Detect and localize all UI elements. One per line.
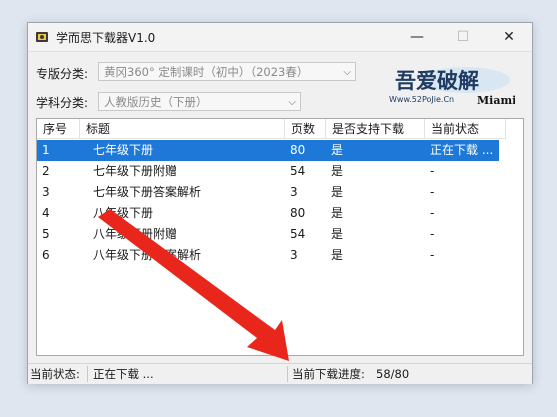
download-list[interactable]: 序号 标题 页数 是否支持下载 当前状态 1 七年级下册 80 是 正在下载 .… <box>36 118 524 356</box>
column-header-support[interactable]: 是否支持下载 <box>326 119 425 139</box>
cell-pages: 54 <box>290 227 306 241</box>
cell-title: 八年级下册 <box>93 206 154 220</box>
cell-pages: 54 <box>290 164 306 178</box>
table-row[interactable]: 2 七年级下册附赠 54 是 - <box>37 161 499 182</box>
minimize-button[interactable]: — <box>394 23 440 51</box>
cell-support: 是 <box>331 206 344 220</box>
table-row[interactable]: 6 八年级下册答案解析 3 是 - <box>37 245 499 266</box>
maximize-button[interactable]: ☐ <box>440 23 486 51</box>
chevron-down-icon: ⌵ <box>343 67 351 78</box>
cell-status: 正在下载 ... <box>430 143 494 157</box>
column-header-status[interactable]: 当前状态 <box>425 119 506 139</box>
cell-status: - <box>430 227 435 241</box>
app-window: 学而思下载器V1.0 — ☐ ✕ 专版分类: 黄冈360° 定制课时（初中）（2… <box>27 22 533 384</box>
cell-title: 八年级下册附赠 <box>93 227 178 241</box>
status-progress-label: 当前下载进度: <box>292 367 365 381</box>
subject-label: 学科分类: <box>36 96 89 110</box>
column-header-no[interactable]: 序号 <box>37 119 80 139</box>
cell-title: 七年级下册 <box>93 143 154 157</box>
cell-no: 2 <box>42 164 50 178</box>
logo-main-text: 吾爱破解 <box>395 68 479 93</box>
cell-status: - <box>430 248 435 262</box>
cell-status: - <box>430 164 435 178</box>
cell-support: 是 <box>331 227 344 241</box>
table-row[interactable]: 5 八年级下册附赠 54 是 - <box>37 224 499 245</box>
close-button[interactable]: ✕ <box>486 23 532 51</box>
cell-support: 是 <box>331 143 344 157</box>
cell-title: 七年级下册附赠 <box>93 164 178 178</box>
logo-side-text: Miami <box>477 94 515 107</box>
column-header-title[interactable]: 标题 <box>80 119 285 139</box>
cell-support: 是 <box>331 164 344 178</box>
cell-status: - <box>430 185 435 199</box>
table-row[interactable]: 4 八年级下册 80 是 - <box>37 203 499 224</box>
cell-no: 6 <box>42 248 50 262</box>
logo-graphic: 吾爱破解 Www.52PoJie.Cn Miami <box>389 67 516 107</box>
subject-select[interactable]: 人教版历史（下册） ⌵ <box>98 92 301 111</box>
cell-pages: 3 <box>290 185 298 199</box>
cell-no: 4 <box>42 206 50 220</box>
table-row[interactable]: 1 七年级下册 80 是 正在下载 ... <box>37 140 499 161</box>
status-divider <box>287 366 288 382</box>
status-state-value: 正在下载 ... <box>93 367 154 381</box>
cell-no: 5 <box>42 227 50 241</box>
album-select[interactable]: 黄冈360° 定制课时（初中）（2023春） ⌵ <box>98 62 356 81</box>
window-title: 学而思下载器V1.0 <box>56 31 156 45</box>
cell-pages: 80 <box>290 143 306 157</box>
cell-no: 3 <box>42 185 50 199</box>
app-icon <box>36 32 48 42</box>
logo-url-text: Www.52PoJie.Cn <box>389 95 454 104</box>
album-select-value: 黄冈360° 定制课时（初中）（2023春） <box>104 65 309 79</box>
chevron-down-icon: ⌵ <box>288 97 296 108</box>
cell-status: - <box>430 206 435 220</box>
cell-pages: 80 <box>290 206 306 220</box>
title-bar[interactable]: 学而思下载器V1.0 — ☐ ✕ <box>28 23 532 52</box>
cell-pages: 3 <box>290 248 298 262</box>
cell-no: 1 <box>42 143 50 157</box>
album-label: 专版分类: <box>36 67 89 81</box>
status-divider <box>87 366 88 382</box>
table-row[interactable]: 3 七年级下册答案解析 3 是 - <box>37 182 499 203</box>
cell-title: 八年级下册答案解析 <box>93 248 202 262</box>
cell-support: 是 <box>331 185 344 199</box>
status-progress-value: 58/80 <box>376 367 410 381</box>
status-state-label: 当前状态: <box>30 367 80 381</box>
subject-select-value: 人教版历史（下册） <box>104 95 208 109</box>
cell-support: 是 <box>331 248 344 262</box>
watermark-logo: 吾爱破解 Www.52PoJie.Cn Miami <box>385 62 516 110</box>
cell-title: 七年级下册答案解析 <box>93 185 202 199</box>
status-bar: 当前状态: 正在下载 ... 当前下载进度: 58/80 <box>28 363 532 384</box>
column-header-pages[interactable]: 页数 <box>285 119 326 139</box>
